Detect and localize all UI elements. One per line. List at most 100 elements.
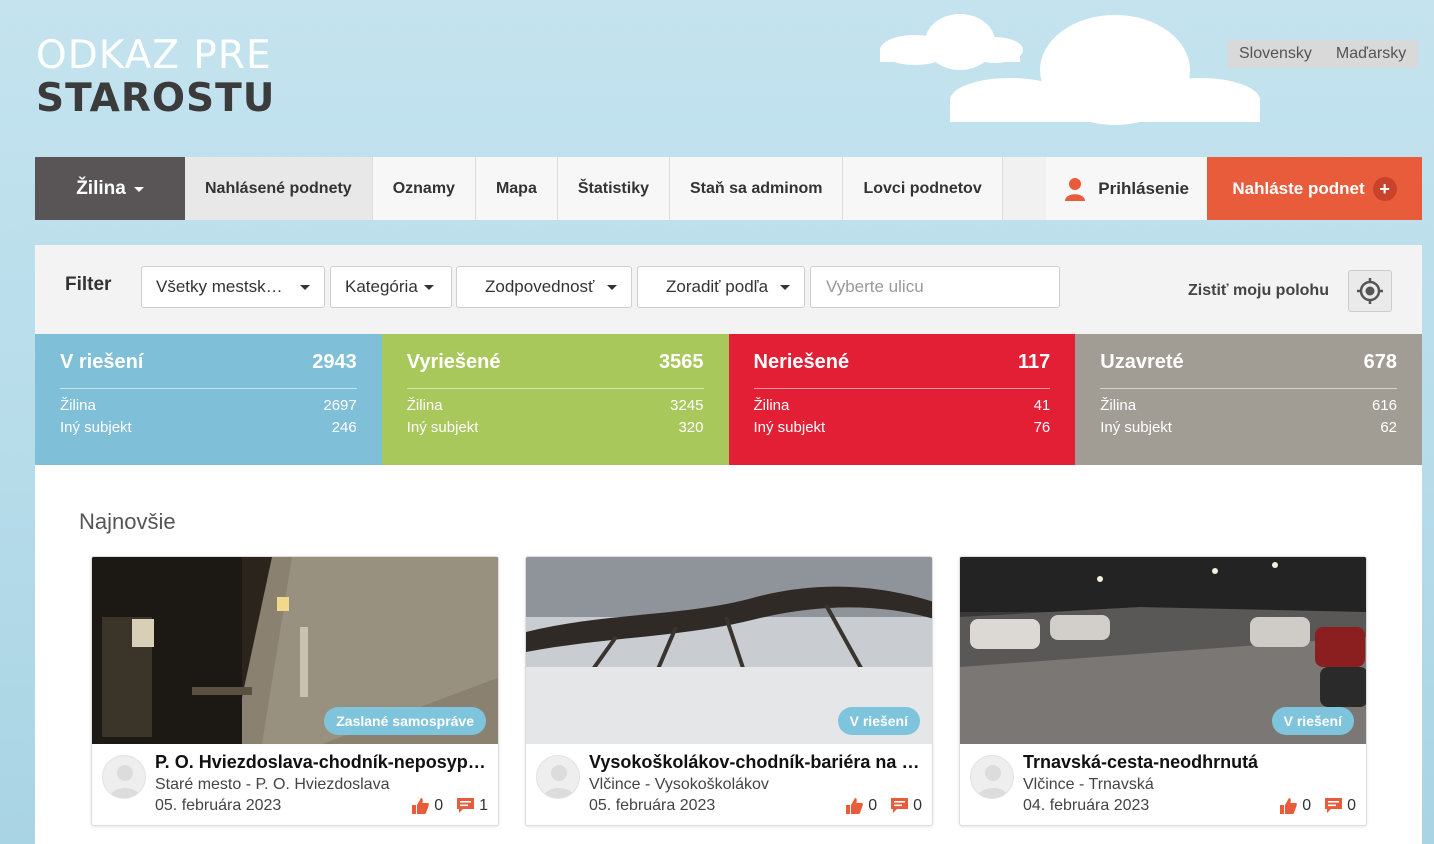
issue-date: 05. februára 2023 xyxy=(589,797,716,814)
issue-card[interactable]: V riešení Trnavská-cesta-neodhrnutá Vlči… xyxy=(959,556,1367,826)
nav-map[interactable]: Mapa xyxy=(475,157,558,220)
comments-count: 1 xyxy=(479,797,488,814)
user-icon xyxy=(1065,177,1086,201)
issue-location: Vlčince - Trnavská xyxy=(1023,776,1154,793)
stat-row-label: Žilina xyxy=(406,397,443,414)
issue-location: Staré mesto - P. O. Hviezdoslava xyxy=(155,776,390,793)
issue-card[interactable]: V riešení Vysokoškolákov-chodník-bariéra… xyxy=(525,556,933,826)
nav-announcements[interactable]: Oznamy xyxy=(372,157,476,220)
category-select-value: Kategória xyxy=(345,277,418,296)
login-button[interactable]: Prihlásenie xyxy=(1046,157,1207,220)
login-label: Prihlásenie xyxy=(1098,178,1189,198)
caret-down-icon xyxy=(133,187,144,192)
stat-row-value: 320 xyxy=(678,419,704,436)
locate-label: Zistiť moju polohu xyxy=(1188,282,1329,299)
language-switcher: Slovensky Maďarsky xyxy=(1227,40,1419,68)
report-issue-button[interactable]: Nahláste podnet + xyxy=(1207,157,1422,220)
issue-meta: 0 0 xyxy=(846,797,922,815)
site-logo[interactable]: ODKAZ PRE STAROSTU xyxy=(36,36,275,118)
stat-row-label: Žilina xyxy=(1100,397,1137,414)
stat-row-value: 3245 xyxy=(670,397,704,414)
stat-row-value: 2697 xyxy=(323,397,357,414)
clouds-decoration xyxy=(880,14,1260,125)
lang-slovak[interactable]: Slovensky xyxy=(1227,40,1324,68)
city-dropdown[interactable]: Žilina xyxy=(35,157,185,220)
stat-in-progress[interactable]: V riešení 2943 Žilina 2697 Iný subjekt 246 xyxy=(35,334,382,465)
issue-photo[interactable]: Zaslané samospráve xyxy=(92,557,498,744)
comment-icon xyxy=(457,798,475,814)
newest-cards: Zaslané samospráve P. O. Hviezdoslava-ch… xyxy=(91,556,1367,826)
stats-row: V riešení 2943 Žilina 2697 Iný subjekt 246 … xyxy=(35,334,1422,465)
likes-count: 0 xyxy=(434,797,444,814)
nav-statistics[interactable]: Štatistiky xyxy=(557,157,670,220)
main-nav: Žilina Nahlásené podnety Oznamy Mapa Šta… xyxy=(35,157,1422,220)
issue-date: 04. februára 2023 xyxy=(1023,797,1150,814)
stat-closed[interactable]: Uzavreté 678 Žilina 616 Iný subjekt 62 xyxy=(1075,334,1422,465)
issue-meta: 0 1 xyxy=(412,797,488,815)
filter-label: Filter xyxy=(65,274,112,295)
comment-icon xyxy=(1325,798,1343,814)
stat-row-value: 41 xyxy=(1033,397,1051,414)
issue-title[interactable]: P. O. Hviezdoslava-chodník-neposyp… xyxy=(155,752,490,773)
issue-photo[interactable]: V riešení xyxy=(960,557,1366,744)
stat-row-label: Iný subjekt xyxy=(1100,419,1172,436)
logo-line-1: ODKAZ PRE xyxy=(36,33,272,78)
caret-down-icon xyxy=(423,284,434,290)
issue-photo[interactable]: V riešení xyxy=(526,557,932,744)
stat-name: Neriešené xyxy=(753,351,850,373)
avatar xyxy=(102,755,146,799)
comment-icon xyxy=(891,798,909,814)
stat-row-value: 76 xyxy=(1033,419,1051,436)
issue-title[interactable]: Trnavská-cesta-neodhrnutá xyxy=(1023,752,1358,773)
street-input[interactable]: Vyberte ulicu xyxy=(810,266,1060,308)
issue-meta: 0 0 xyxy=(1280,797,1356,815)
stat-name: Vyriešené xyxy=(406,351,501,373)
sort-select[interactable]: Zoradiť podľa xyxy=(637,266,805,308)
lang-hungarian[interactable]: Maďarsky xyxy=(1324,40,1418,68)
stat-name: V riešení xyxy=(60,351,144,373)
issue-date: 05. februára 2023 xyxy=(155,797,282,814)
caret-down-icon xyxy=(780,284,790,290)
stat-total: 117 xyxy=(1017,351,1051,373)
thumbs-up-icon xyxy=(412,798,430,814)
responsibility-select[interactable]: Zodpovednosť xyxy=(456,266,632,308)
status-badge: Zaslané samospráve xyxy=(324,707,486,735)
locate-button[interactable] xyxy=(1348,270,1392,312)
avatar xyxy=(970,755,1014,799)
plus-icon: + xyxy=(1372,176,1397,201)
stat-row-label: Iný subjekt xyxy=(60,419,132,436)
stat-total: 678 xyxy=(1363,351,1397,373)
district-select[interactable]: Všetky mestsk… xyxy=(141,266,325,308)
crosshair-icon xyxy=(1357,278,1383,304)
nav-reported-issues[interactable]: Nahlásené podnety xyxy=(185,157,373,220)
stat-row-value: 246 xyxy=(331,419,357,436)
responsibility-select-value: Zodpovednosť xyxy=(485,277,595,296)
caret-down-icon xyxy=(607,284,617,290)
stat-row-value: 616 xyxy=(1371,397,1397,414)
logo-line-2: STAROSTU xyxy=(36,76,276,121)
stat-row-label: Iný subjekt xyxy=(406,419,479,436)
report-label: Nahláste podnet xyxy=(1232,178,1365,198)
caret-down-icon xyxy=(300,284,310,290)
sort-select-value: Zoradiť podľa xyxy=(666,277,769,296)
issue-title[interactable]: Vysokoškolákov-chodník-bariéra na … xyxy=(589,752,924,773)
thumbs-up-icon xyxy=(1280,798,1298,814)
stat-unresolved[interactable]: Neriešené 117 Žilina 41 Iný subjekt 76 xyxy=(728,334,1076,465)
district-select-value: Všetky mestsk… xyxy=(156,277,283,296)
stat-row-label: Iný subjekt xyxy=(753,419,826,436)
stat-total: 3565 xyxy=(659,351,704,373)
comments-count: 0 xyxy=(1347,797,1356,814)
issue-location: Vlčince - Vysokoškolákov xyxy=(589,776,769,793)
main-panel: Filter Všetky mestsk… Kategória Zodpoved… xyxy=(35,245,1422,844)
nav-become-admin[interactable]: Staň sa adminom xyxy=(670,157,844,220)
city-label: Žilina xyxy=(76,177,126,199)
status-badge: V riešení xyxy=(837,707,920,735)
comments-count: 0 xyxy=(913,797,922,814)
likes-count: 0 xyxy=(868,797,878,814)
category-select[interactable]: Kategória xyxy=(330,266,452,308)
nav-issue-hunters[interactable]: Lovci podnetov xyxy=(843,157,1003,220)
thumbs-up-icon xyxy=(846,798,864,814)
issue-card[interactable]: Zaslané samospráve P. O. Hviezdoslava-ch… xyxy=(91,556,499,826)
avatar xyxy=(536,755,580,799)
stat-resolved[interactable]: Vyriešené 3565 Žilina 3245 Iný subjekt 320 xyxy=(381,334,729,465)
